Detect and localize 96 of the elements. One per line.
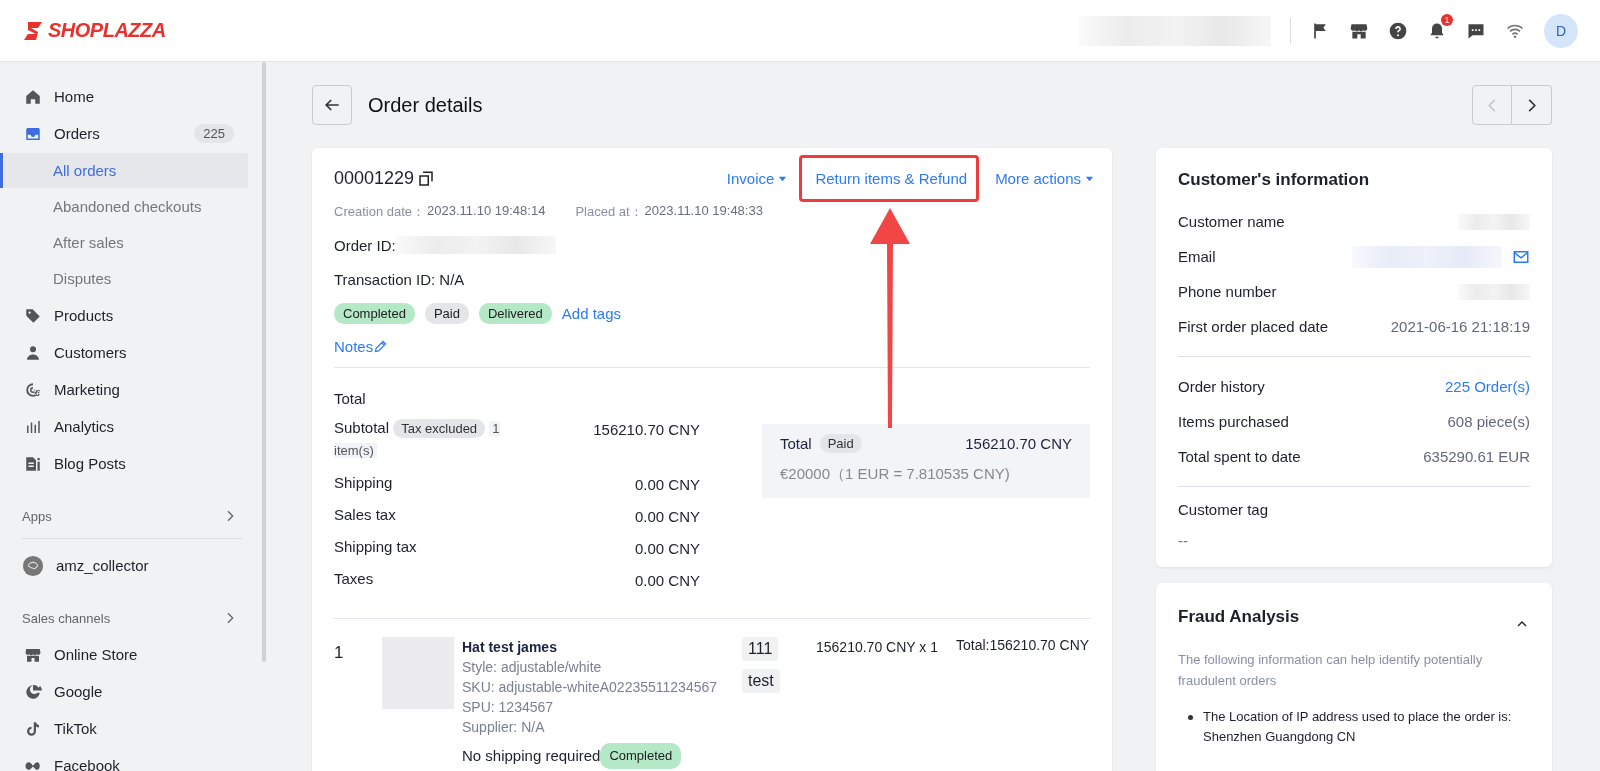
notes-link[interactable]: Notes <box>334 338 389 355</box>
line-total: Total:156210.70 CNY <box>956 637 1090 653</box>
total-label: Total <box>780 435 812 452</box>
sidebar-item[interactable]: Products <box>4 297 258 334</box>
status-tag: Paid <box>424 303 469 324</box>
product-detail: SKU: adjustable-whiteA02235511234567 <box>462 678 719 697</box>
transaction-id: Transaction ID: N/A <box>334 270 465 288</box>
person-icon <box>24 343 42 362</box>
bullet-icon <box>1188 715 1193 720</box>
caret-icon <box>778 174 788 183</box>
row-label: Sales tax <box>334 506 396 523</box>
tax-badge: Tax excluded <box>393 419 486 438</box>
row-value: 0.00 CNY <box>634 539 700 557</box>
card-title: Fraud Analysis <box>1178 607 1300 627</box>
field-label: First order placed date <box>1178 318 1329 335</box>
sidebar-item[interactable]: Facebook <box>4 747 258 771</box>
item-index: 1 <box>334 642 345 663</box>
field-label: Customer name <box>1178 213 1285 230</box>
sidebar-item[interactable]: Online Store <box>4 636 258 673</box>
card-title: Customer's information <box>1178 170 1371 190</box>
field-value: 608 piece(s) <box>1447 413 1530 430</box>
section-heading: Total <box>334 390 367 407</box>
row-value: 0.00 CNY <box>634 507 700 525</box>
chevron-right-icon <box>1527 98 1536 112</box>
sidebar-item[interactable]: Analytics <box>4 408 258 445</box>
app-icon <box>22 554 44 577</box>
total-amount: 156210.70 CNY <box>965 435 1072 452</box>
date-value: 2023.11.10 19:48:33 <box>644 203 763 220</box>
field-label: Order history <box>1178 378 1265 395</box>
status-tag: Completed <box>600 743 682 769</box>
description-text: The following information can help identify potentially fraudulent orders <box>1178 651 1484 690</box>
dropdown-button[interactable]: Invoice <box>726 170 788 187</box>
page-title: Order details <box>368 93 483 117</box>
order-number: 00001229 <box>334 168 415 189</box>
row-label: Subtotal <box>334 419 390 436</box>
date-value: 2023.11.10 19:48:14 <box>427 203 546 220</box>
avatar[interactable]: D <box>1544 13 1578 48</box>
field-label: Items purchased <box>1178 413 1289 430</box>
sidebar-item[interactable]: TikTok <box>4 710 258 747</box>
conversion-text: €20000（1 EUR = 7.810535 CNY) <box>780 465 1011 484</box>
note-icon <box>24 719 42 738</box>
date-label: Placed at： <box>575 203 643 221</box>
analysis-point: The Location of IP address used to place the order is: Shenzhen Guangdong CN <box>1203 708 1513 746</box>
chevron-left-icon <box>1488 98 1496 112</box>
row-label: Shipping tax <box>334 538 417 555</box>
property-chip: 111 <box>742 637 779 661</box>
dropdown-button[interactable]: More actions <box>995 170 1094 187</box>
pencil-icon <box>373 339 389 354</box>
row-label: Taxes <box>334 570 374 587</box>
sidebar-item[interactable]: amz_collector <box>4 547 258 584</box>
field-value: -- <box>1178 532 1189 549</box>
add-tags-link[interactable]: Add tags <box>561 305 622 322</box>
help-icon[interactable] <box>1388 20 1408 41</box>
field-label: Total spent to date <box>1178 448 1301 465</box>
row-value: 156210.70 CNY <box>593 420 700 438</box>
row-value: 0.00 CNY <box>634 571 700 589</box>
tag-icon <box>24 306 42 325</box>
sidebar-item[interactable]: Marketing <box>4 371 258 408</box>
product-detail: SPU: 1234567 <box>462 698 555 717</box>
field-value: 2021-06-16 21:18:19 <box>1390 318 1530 335</box>
date-label: Creation date： <box>334 203 426 221</box>
field-label: Customer tag <box>1178 501 1270 518</box>
sidebar-item[interactable]: Orders 225 <box>4 115 258 152</box>
sidebar-item[interactable]: Blog Posts <box>4 445 258 482</box>
sidebar-subitem[interactable]: Abandoned checkouts <box>4 189 248 224</box>
caret-icon <box>1085 174 1094 183</box>
back-button[interactable] <box>312 85 352 125</box>
product-detail: Style: adjustable/white <box>462 658 603 677</box>
product-detail: Supplier: N/A <box>462 718 546 737</box>
section-heading: Sales channels <box>22 610 111 626</box>
property-chip: test <box>742 669 780 693</box>
copy-icon[interactable] <box>417 169 436 188</box>
row-value: 0.00 CNY <box>634 475 700 493</box>
sidebar-item[interactable]: Home <box>4 78 258 115</box>
field-label: Phone number <box>1178 283 1277 300</box>
sidebar-subitem[interactable]: After sales <box>4 225 248 260</box>
row-label: Shipping <box>334 474 393 491</box>
field-label: Order ID: <box>334 236 396 254</box>
logo-text: SHOPLAZZA <box>48 19 166 42</box>
field-label: Email <box>1178 248 1216 265</box>
field-value: 635290.61 EUR <box>1423 448 1530 465</box>
sidebar-item[interactable]: Customers <box>4 334 258 371</box>
product-name: Hat test james <box>462 638 558 657</box>
action-link[interactable]: Return items & Refund <box>815 170 968 187</box>
sidebar-subitem[interactable]: Disputes <box>4 261 248 296</box>
count-badge: 225 <box>194 124 234 143</box>
payment-badge: Paid <box>819 434 862 453</box>
document-icon <box>24 454 42 473</box>
unit-price: 156210.70 CNY x 1 <box>816 638 939 657</box>
section-heading: Apps <box>22 508 52 524</box>
order-history-link[interactable]: 225 Order(s) <box>1444 378 1530 395</box>
notification-badge: 1 <box>1441 13 1453 26</box>
sidebar-item[interactable]: Google <box>4 673 258 710</box>
status-tag: Completed <box>334 303 415 324</box>
shipping-text: No shipping required <box>462 746 601 766</box>
status-tag: Delivered <box>478 303 552 324</box>
